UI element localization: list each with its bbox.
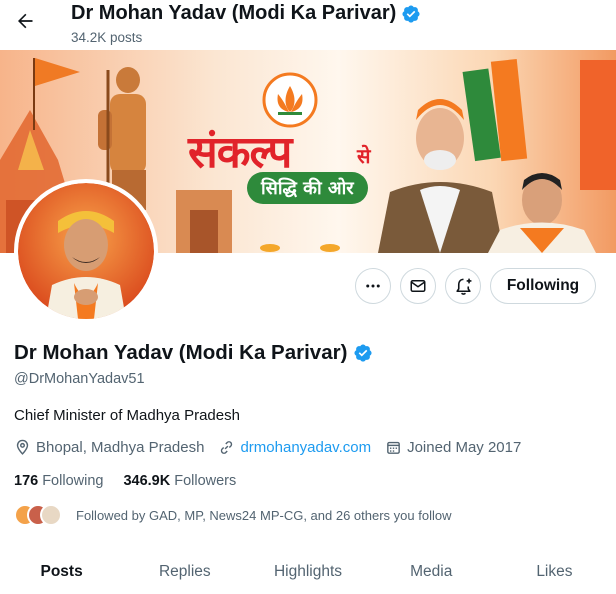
followers-label: Followers <box>174 473 237 489</box>
followers-count-link[interactable]: 346.9K Followers <box>123 473 236 489</box>
more-horizontal-icon <box>366 284 380 288</box>
tab-media[interactable]: Media <box>370 550 493 594</box>
calendar-icon <box>387 441 400 454</box>
followed-by[interactable]: Followed by GAD, MP, News24 MP-CG, and 2… <box>14 504 451 526</box>
followers-count: 346.9K <box>123 473 171 489</box>
website-link[interactable]: drmohanyadav.com <box>240 439 371 456</box>
follow-counts: 176 Following 346.9K Followers <box>14 473 256 489</box>
location-pin-icon <box>16 439 29 455</box>
profile-handle: @DrMohanYadav51 <box>14 371 145 387</box>
profile-meta: Bhopal, Madhya Pradesh drmohanyadav.com … <box>14 439 535 456</box>
profile-bio: Chief Minister of Madhya Pradesh <box>14 407 240 424</box>
tab-posts[interactable]: Posts <box>0 550 123 594</box>
header-name: Dr Mohan Yadav (Modi Ka Parivar) <box>71 2 397 24</box>
following-button[interactable]: Following <box>490 268 596 304</box>
avatar-image <box>18 183 154 319</box>
verified-badge-icon <box>402 4 420 23</box>
arrow-left-icon <box>18 13 33 29</box>
tab-likes[interactable]: Likes <box>493 550 616 594</box>
followed-by-text: Followed by GAD, MP, News24 MP-CG, and 2… <box>76 507 452 523</box>
tab-highlights[interactable]: Highlights <box>246 550 369 594</box>
header-posts-count: 34.2K posts <box>71 30 143 45</box>
profile-avatar[interactable] <box>14 179 158 323</box>
more-button[interactable] <box>355 268 391 304</box>
verified-badge-icon[interactable] <box>353 343 373 363</box>
bell-plus-icon <box>455 278 471 295</box>
mini-avatar <box>40 504 62 526</box>
back-button[interactable] <box>10 6 40 36</box>
joined-item: Joined May 2017 <box>385 439 521 456</box>
link-icon <box>221 441 233 454</box>
banner-headline-suffix: से <box>357 144 371 168</box>
joined-text: Joined May 2017 <box>407 439 522 456</box>
header-title: Dr Mohan Yadav (Modi Ka Parivar) <box>71 2 421 25</box>
banner-tagline: सिद्धि की ओर <box>247 172 368 204</box>
profile-name: Dr Mohan Yadav (Modi Ka Parivar) <box>14 341 348 364</box>
banner-headline: संकल्प <box>188 127 292 178</box>
followed-by-avatars <box>14 504 62 526</box>
profile-tabs: Posts Replies Highlights Media Likes <box>0 550 616 594</box>
profile-name-row: Dr Mohan Yadav (Modi Ka Parivar) <box>14 341 373 365</box>
website-item: drmohanyadav.com <box>218 439 371 456</box>
top-header: Dr Mohan Yadav (Modi Ka Parivar) 34.2K p… <box>0 0 616 50</box>
following-label: Following <box>42 473 104 489</box>
message-button[interactable] <box>400 268 436 304</box>
mail-icon <box>410 280 426 292</box>
tab-replies[interactable]: Replies <box>123 550 246 594</box>
notify-button[interactable] <box>445 268 481 304</box>
location-item: Bhopal, Madhya Pradesh <box>14 439 204 456</box>
location-text: Bhopal, Madhya Pradesh <box>36 439 205 456</box>
following-count-link[interactable]: 176 Following <box>14 473 103 489</box>
following-count: 176 <box>14 473 39 489</box>
